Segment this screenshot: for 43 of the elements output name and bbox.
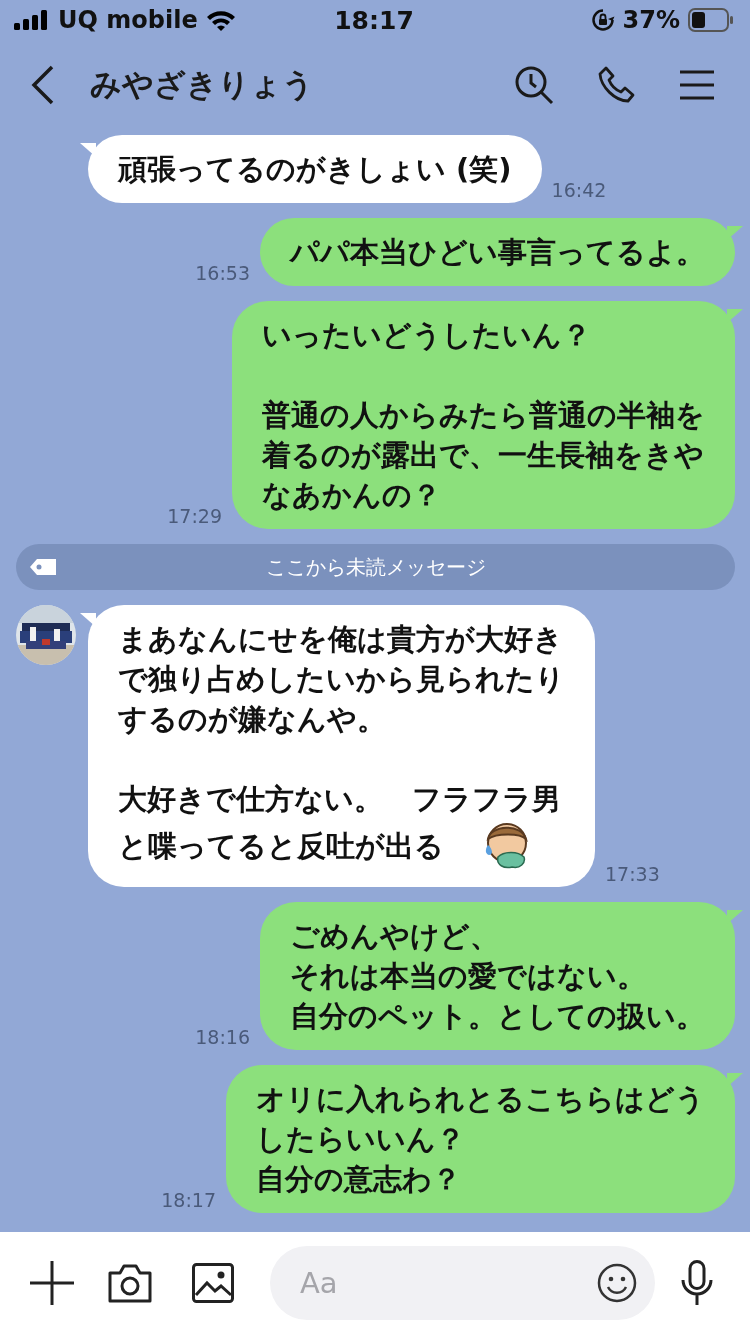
menu-icon[interactable] (680, 70, 714, 100)
back-icon[interactable] (30, 65, 56, 105)
image-icon[interactable] (192, 1263, 234, 1303)
message-time: 17:33 (605, 863, 660, 885)
phone-icon[interactable] (598, 66, 636, 104)
clock-time: 18:17 (334, 5, 414, 35)
carrier-name: UQ mobile (58, 6, 198, 34)
message-text: 普通の人からみたら普通の半袖を (262, 397, 705, 434)
message-text: まあなんにせを俺は貴方が大好き (118, 621, 563, 658)
message-time: 16:42 (551, 179, 607, 201)
microphone-icon[interactable] (681, 1260, 713, 1306)
wifi-icon (205, 9, 236, 31)
battery-percent: 37% (622, 6, 680, 34)
emoji-icon[interactable] (597, 1263, 637, 1303)
message-text: 大好きで仕方ない。 フラフラ男 (118, 781, 561, 818)
signal-icon (14, 10, 50, 30)
message-text: するのが嫌なんや。 (118, 701, 386, 738)
message-time: 16:53 (195, 262, 250, 284)
message-text: で独り占めしたいから見られたり (118, 661, 565, 698)
message-text: したらいいん？ (256, 1121, 465, 1158)
tag-icon (30, 559, 56, 575)
message-text: ごめんやけど、 (290, 918, 499, 955)
message-text: 着るのが露出で、一生長袖をきや (262, 437, 704, 474)
divider-label: ここから未読メッセージ (264, 553, 487, 581)
message-text: パパ本当ひどい事言ってるよ。 (290, 234, 705, 271)
rotation-lock-icon (590, 8, 615, 32)
search-icon[interactable] (514, 65, 554, 105)
plus-icon[interactable] (30, 1261, 74, 1305)
message-time: 17:29 (167, 505, 222, 527)
camera-icon[interactable] (108, 1263, 152, 1303)
message-text: オリに入れられとるこちらはどう (256, 1081, 705, 1118)
chat-title: みやざきりょう (90, 65, 315, 104)
message-text: と喋ってると反吐が出る (118, 828, 444, 865)
message-text: それは本当の愛ではない。 (290, 958, 646, 995)
message-text: なあかんの？ (262, 477, 441, 514)
message-text: いったいどうしたいん？ (262, 317, 591, 354)
message-text: 頑張ってるのがきしょい (笑) (118, 151, 512, 188)
battery-icon (688, 8, 734, 32)
message-text: 自分の意志わ？ (256, 1161, 461, 1198)
message-text: 自分のペット。としての扱い。 (290, 998, 705, 1035)
message-input[interactable]: Aa (270, 1246, 655, 1320)
message-time: 18:17 (161, 1189, 216, 1211)
message-time: 18:16 (195, 1026, 250, 1048)
